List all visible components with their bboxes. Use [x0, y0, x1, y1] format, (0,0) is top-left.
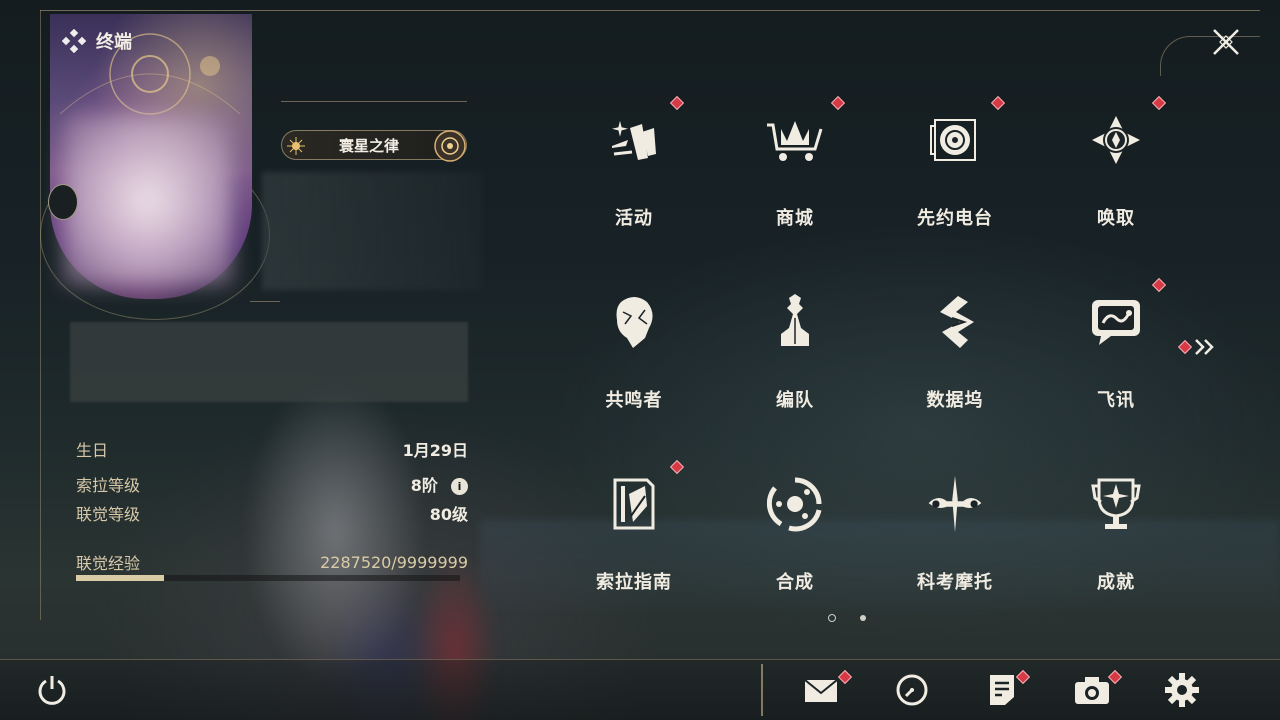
- mail-icon: [804, 679, 838, 702]
- menu-item-label: 编队: [776, 390, 814, 411]
- page-indicator: [828, 614, 866, 622]
- notice-button[interactable]: [982, 669, 1031, 710]
- notification-badge: [990, 95, 1006, 111]
- menu-item-data-bank[interactable]: 数据坞: [875, 274, 1035, 444]
- notice-icon: [990, 675, 1014, 705]
- convene-icon: [1086, 110, 1146, 170]
- frame-top-line: [40, 10, 1260, 11]
- menu-item-label: 商城: [776, 208, 814, 229]
- menu-item-label: 飞讯: [1097, 390, 1135, 411]
- bottom-separator: [761, 664, 763, 716]
- title-badge-label: 寰星之律: [338, 136, 399, 155]
- guidebook-icon: [604, 474, 664, 534]
- union-level-row: 联觉等级 80级: [76, 501, 468, 525]
- notification-badge: [830, 95, 846, 111]
- double-chevron-right-icon: [1195, 339, 1214, 355]
- menu-item-label: 索拉指南: [596, 572, 672, 593]
- menu-item-radio[interactable]: 先约电台: [875, 92, 1035, 262]
- menu-item-label: 活动: [615, 208, 653, 229]
- team-icon: [765, 292, 825, 352]
- menu-item-guidebook[interactable]: 索拉指南: [554, 456, 714, 626]
- union-exp-value: 2287520/9999999: [320, 552, 468, 572]
- menu-item-label: 数据坞: [926, 390, 984, 411]
- menu-item-label: 科考摩托: [917, 572, 993, 593]
- union-level-label: 联觉等级: [76, 505, 141, 524]
- menu-item-resonator[interactable]: 共鸣者: [554, 274, 714, 444]
- menu-item-team[interactable]: 编队: [715, 274, 875, 444]
- union-exp-label: 联觉经验: [76, 554, 141, 573]
- power-icon: [38, 676, 66, 705]
- birthday-label: 生日: [76, 441, 109, 460]
- orb-icon: [434, 130, 466, 162]
- menu-item-label: 先约电台: [917, 208, 993, 229]
- menu-item-shop[interactable]: 商城: [715, 92, 875, 262]
- menu-item-label: 合成: [776, 572, 814, 593]
- next-page-button[interactable]: [1177, 338, 1218, 356]
- data-bank-icon: [925, 292, 985, 352]
- avatar-frame-badge: [48, 184, 78, 220]
- shop-icon: [765, 110, 825, 170]
- notification-badge: [1177, 339, 1193, 355]
- message-icon: [1086, 292, 1146, 352]
- page-dot-1[interactable]: [828, 614, 836, 622]
- page-header: 终端: [62, 28, 132, 54]
- close-icon: [1213, 29, 1239, 55]
- sola-level-value: 8阶: [410, 476, 438, 495]
- union-exp-row: 联觉经验 2287520/9999999: [76, 550, 468, 574]
- divider: [281, 101, 467, 102]
- radio-icon: [925, 110, 985, 170]
- menu-item-label: 共鸣者: [605, 390, 663, 411]
- notification-badge: [669, 459, 685, 475]
- close-button[interactable]: [1208, 24, 1244, 60]
- notification-badge: [669, 95, 685, 111]
- menu-item-achievement[interactable]: 成就: [1036, 456, 1196, 626]
- signature-redacted[interactable]: [70, 322, 468, 402]
- avatar[interactable]: [64, 115, 232, 285]
- union-exp-bar-fill: [76, 575, 164, 581]
- terminal-icon: [62, 29, 86, 53]
- menu-item-activity[interactable]: 活动: [554, 92, 714, 262]
- resonator-icon: [604, 292, 664, 352]
- sola-level-label: 索拉等级: [76, 476, 141, 495]
- synthesis-icon: [765, 474, 825, 534]
- camera-button[interactable]: [1072, 669, 1123, 710]
- union-exp-bar: [76, 575, 460, 581]
- page-dot-2[interactable]: [860, 615, 866, 621]
- settings-button[interactable]: [1162, 670, 1202, 710]
- menu-item-label: 成就: [1097, 572, 1135, 593]
- notification-badge: [1151, 277, 1167, 293]
- clock-icon: [896, 674, 928, 706]
- page-title: 终端: [96, 32, 132, 53]
- menu-item-motorcycle[interactable]: 科考摩托: [875, 456, 1035, 626]
- activity-icon: [604, 110, 664, 170]
- union-level-value: 80级: [429, 505, 468, 524]
- settings-icon: [1165, 673, 1199, 707]
- sola-level-row: 索拉等级 8阶 i: [76, 472, 468, 496]
- menu-item-label: 唤取: [1097, 208, 1135, 229]
- menu-item-message[interactable]: 飞讯: [1036, 274, 1196, 444]
- menu-item-convene[interactable]: 唤取: [1036, 92, 1196, 262]
- divider: [250, 301, 280, 302]
- time-button[interactable]: [892, 670, 932, 710]
- birthday-value: 1月29日: [402, 441, 468, 460]
- frame-left-line: [40, 10, 41, 620]
- achievement-icon: [1086, 474, 1146, 534]
- info-icon[interactable]: i: [451, 478, 468, 495]
- motorcycle-icon: [925, 474, 985, 534]
- camera-icon: [1075, 677, 1109, 704]
- player-name-redacted: [262, 172, 482, 290]
- menu-item-synthesis[interactable]: 合成: [715, 456, 875, 626]
- title-badge[interactable]: 寰星之律: [281, 130, 467, 162]
- power-button[interactable]: [32, 670, 72, 710]
- mail-button[interactable]: [802, 669, 853, 710]
- star-icon: [287, 137, 305, 155]
- birthday-row: 生日 1月29日: [76, 437, 468, 461]
- notification-badge: [1151, 95, 1167, 111]
